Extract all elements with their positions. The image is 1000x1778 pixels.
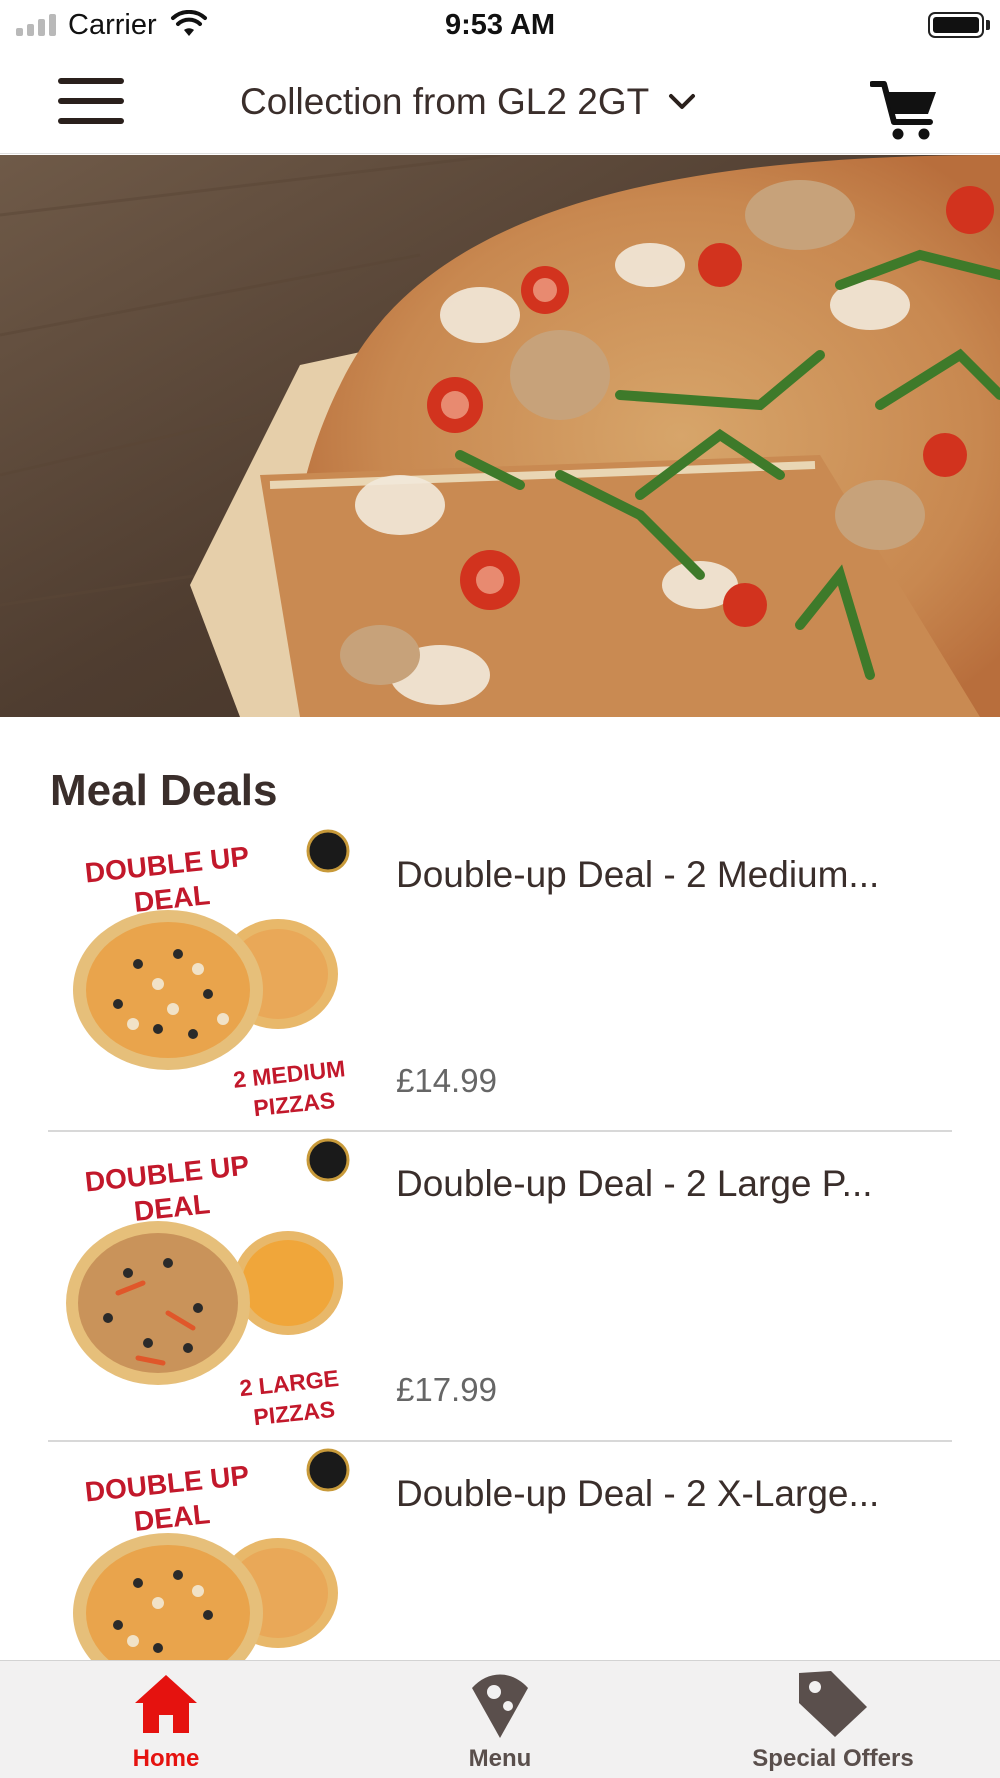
deal-name: Double-up Deal - 2 Large P... — [396, 1163, 873, 1204]
chevron-down-icon — [669, 94, 696, 109]
tab-menu[interactable]: Menu — [350, 1661, 650, 1778]
deal-image: DOUBLE UP DEAL 2 LARGE PIZZAS — [48, 1133, 358, 1435]
divider — [48, 1440, 952, 1442]
deal-name: Double-up Deal - 2 Medium... — [396, 854, 880, 895]
collection-location-selector[interactable]: Collection from GL2 2GT — [240, 80, 740, 124]
home-icon — [135, 1675, 197, 1733]
tab-label-special-offers: Special Offers — [752, 1745, 914, 1772]
brand-logo-icon — [306, 829, 350, 873]
battery-cap — [986, 20, 990, 30]
hamburger-menu-icon[interactable] — [58, 78, 126, 124]
status-bar: Carrier 9:53 AM — [0, 0, 1000, 50]
deal-image-heading-1: DOUBLE UP — [83, 1150, 250, 1198]
meal-deal-item[interactable]: DOUBLE UP DEAL 2 MEDIUM PIZZAS Double-up… — [48, 824, 952, 1134]
deal-name: Double-up Deal - 2 X-Large... — [396, 1473, 880, 1514]
section-title-meal-deals: Meal Deals — [50, 766, 278, 815]
menu-pizza-slice-icon — [472, 1674, 528, 1738]
deal-image-caption-2: PIZZAS — [252, 1396, 336, 1430]
status-time: 9:53 AM — [444, 9, 556, 41]
deal-image-heading-2: DEAL — [132, 1188, 211, 1227]
meal-deal-item[interactable]: DOUBLE UP DEAL 2 LARGE PIZZAS Double-up … — [48, 1133, 952, 1443]
battery-icon — [928, 12, 984, 38]
deal-image: DOUBLE UP DEAL — [48, 1443, 358, 1660]
hero-pizza-image — [0, 155, 1000, 717]
tab-home[interactable]: Home — [16, 1661, 316, 1778]
brand-logo-icon — [306, 1138, 350, 1182]
deal-image-caption-2: PIZZAS — [252, 1087, 336, 1121]
meal-deal-item[interactable]: DOUBLE UP DEAL Double-up Deal - 2 X-Larg… — [48, 1443, 952, 1660]
tab-special-offers[interactable]: Special Offers — [683, 1661, 983, 1778]
pizza-photo — [0, 155, 1000, 717]
cart-icon[interactable] — [870, 78, 940, 142]
deal-image-caption-1: 2 LARGE — [238, 1365, 340, 1401]
navigation-bar: Collection from GL2 2GT — [0, 50, 1000, 154]
tab-label-menu: Menu — [468, 1745, 532, 1772]
deal-price: £14.99 — [396, 1062, 497, 1099]
deal-image-heading-1: DOUBLE UP — [83, 841, 250, 889]
tag-icon — [799, 1671, 867, 1737]
deal-image-heading-1: DOUBLE UP — [83, 1460, 250, 1508]
brand-logo-icon — [306, 1448, 350, 1492]
collection-location-label: Collection from GL2 2GT — [240, 81, 650, 122]
deal-image: DOUBLE UP DEAL 2 MEDIUM PIZZAS — [48, 824, 358, 1126]
bottom-tab-bar: Home Menu Special Offers — [0, 1660, 1000, 1778]
deal-image-heading-2: DEAL — [132, 1498, 211, 1537]
deal-price: £17.99 — [396, 1371, 497, 1408]
divider — [48, 1130, 952, 1132]
tab-label-home: Home — [132, 1745, 200, 1772]
